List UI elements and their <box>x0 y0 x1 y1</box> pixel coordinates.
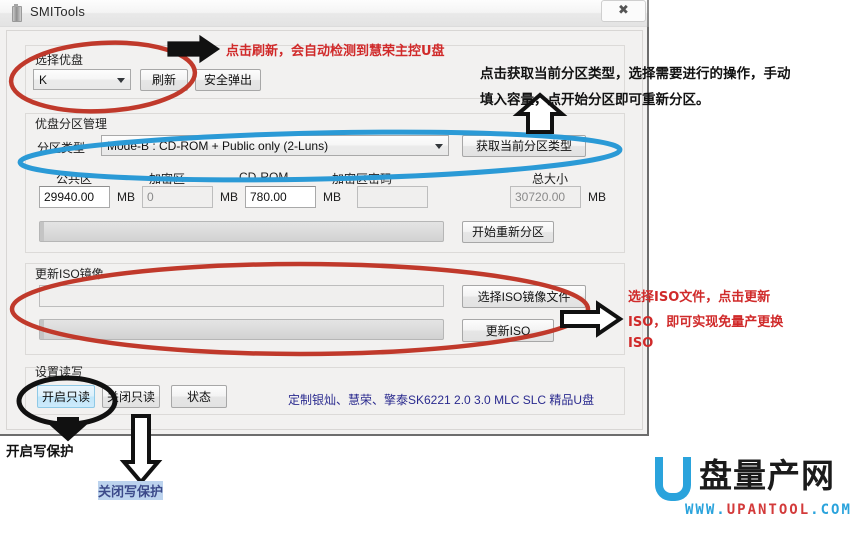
close-icon: ✖ <box>618 3 629 18</box>
readwrite-group-label: 设置读写 <box>35 365 84 379</box>
secure-area-unit: MB <box>220 190 238 204</box>
update-iso-label: 更新ISO <box>485 323 531 338</box>
cdrom-area-value: 780.00 <box>250 190 287 204</box>
iso-group-label: 更新ISO镜像 <box>35 267 104 281</box>
total-size-label: 总大小 <box>532 172 569 186</box>
cdrom-area-input[interactable]: 780.00 <box>245 186 316 208</box>
safe-eject-button-label: 安全弹出 <box>203 73 252 87</box>
annotation-iso-line3: ISO <box>628 336 654 351</box>
total-size-input: 30720.00 <box>510 186 581 208</box>
disk-select-value: K <box>39 72 48 87</box>
chevron-down-icon <box>117 77 125 83</box>
total-size-unit: MB <box>588 190 606 204</box>
public-area-value: 29940.00 <box>44 190 95 204</box>
status-message: 定制银灿、慧荣、擎泰SK6221 2.0 3.0 MLC SLC 精品U盘 <box>288 393 595 407</box>
secure-area-label: 加密区 <box>149 172 186 186</box>
brand-u-icon <box>655 457 691 501</box>
public-area-label: 公共区 <box>56 172 93 186</box>
brand-name-cn: 盘量产网 <box>699 456 835 495</box>
window-title: SMITools <box>30 4 86 19</box>
secure-password-input[interactable] <box>357 186 428 208</box>
cdrom-area-label: CD-ROM <box>239 170 289 184</box>
partition-group-label: 优盘分区管理 <box>35 117 108 131</box>
select-iso-button[interactable]: 选择ISO镜像文件 <box>462 285 586 308</box>
annotation-iso-line1: 选择ISO文件，点击更新 <box>628 290 771 305</box>
brand-url-name: UPANTOOL <box>726 502 811 518</box>
public-area-input[interactable]: 29940.00 <box>39 186 110 208</box>
update-iso-button[interactable]: 更新ISO <box>462 319 554 342</box>
usb-drive-icon <box>12 4 22 22</box>
enable-readonly-label: 开启只读 <box>41 389 90 404</box>
start-repartition-button[interactable]: 开始重新分区 <box>462 221 554 243</box>
refresh-button-label: 刷新 <box>151 73 176 87</box>
cdrom-area-unit: MB <box>323 190 341 204</box>
iso-progress-bar <box>39 319 444 340</box>
brand-url-www: WWW. <box>685 502 727 518</box>
get-partition-type-label: 获取当前分区类型 <box>475 139 572 153</box>
brand-url-com: .COM <box>810 502 852 518</box>
annotation-iso-line2: ISO，即可实现免量产更换 <box>628 315 784 330</box>
status-button-label: 状态 <box>186 389 211 404</box>
secure-area-value: 0 <box>147 190 154 204</box>
disable-readonly-button[interactable]: 关闭只读 <box>102 385 160 408</box>
partition-type-label: 分区类型 <box>37 141 86 155</box>
get-partition-type-button[interactable]: 获取当前分区类型 <box>462 135 586 157</box>
status-button[interactable]: 状态 <box>171 385 227 408</box>
iso-path-input[interactable] <box>39 285 444 307</box>
public-area-unit: MB <box>117 190 135 204</box>
partition-progress-bar <box>39 221 444 242</box>
secure-area-input[interactable]: 0 <box>142 186 213 208</box>
annotation-partition-line2: 填入容量，点开始分区即可重新分区。 <box>480 92 710 108</box>
disk-select-combo[interactable]: K <box>33 69 131 90</box>
partition-type-combo[interactable]: Mode-B : CD-ROM + Public only (2-Luns) <box>101 135 449 156</box>
start-repartition-label: 开始重新分区 <box>471 225 544 239</box>
enable-readonly-button[interactable]: 开启只读 <box>37 385 95 408</box>
annotation-enable-write-protect: 开启写保护 <box>6 444 74 460</box>
title-bar: SMITools ✖ <box>0 0 649 27</box>
watermark-logo: 盘量产网 WWW.UPANTOOL.COM <box>655 455 855 519</box>
partition-type-value: Mode-B : CD-ROM + Public only (2-Luns) <box>107 138 329 153</box>
total-size-value: 30720.00 <box>515 190 566 204</box>
annotation-disable-write-protect: 关闭写保护 <box>98 481 164 500</box>
select-iso-label: 选择ISO镜像文件 <box>477 289 571 304</box>
safe-eject-button[interactable]: 安全弹出 <box>195 69 261 91</box>
annotation-top-red: 点击刷新，会自动检测到慧荣主控U盘 <box>226 44 445 59</box>
disable-readonly-label: 关闭只读 <box>106 389 155 404</box>
close-button[interactable]: ✖ <box>601 0 646 22</box>
chevron-down-icon <box>435 143 443 149</box>
annotation-partition-line1: 点击获取当前分区类型，选择需要进行的操作，手动 <box>480 66 791 82</box>
select-disk-group-label: 选择优盘 <box>35 53 84 67</box>
refresh-button[interactable]: 刷新 <box>140 69 188 91</box>
secure-password-label: 加密区密码 <box>332 172 393 186</box>
brand-url: WWW.UPANTOOL.COM <box>685 502 852 518</box>
